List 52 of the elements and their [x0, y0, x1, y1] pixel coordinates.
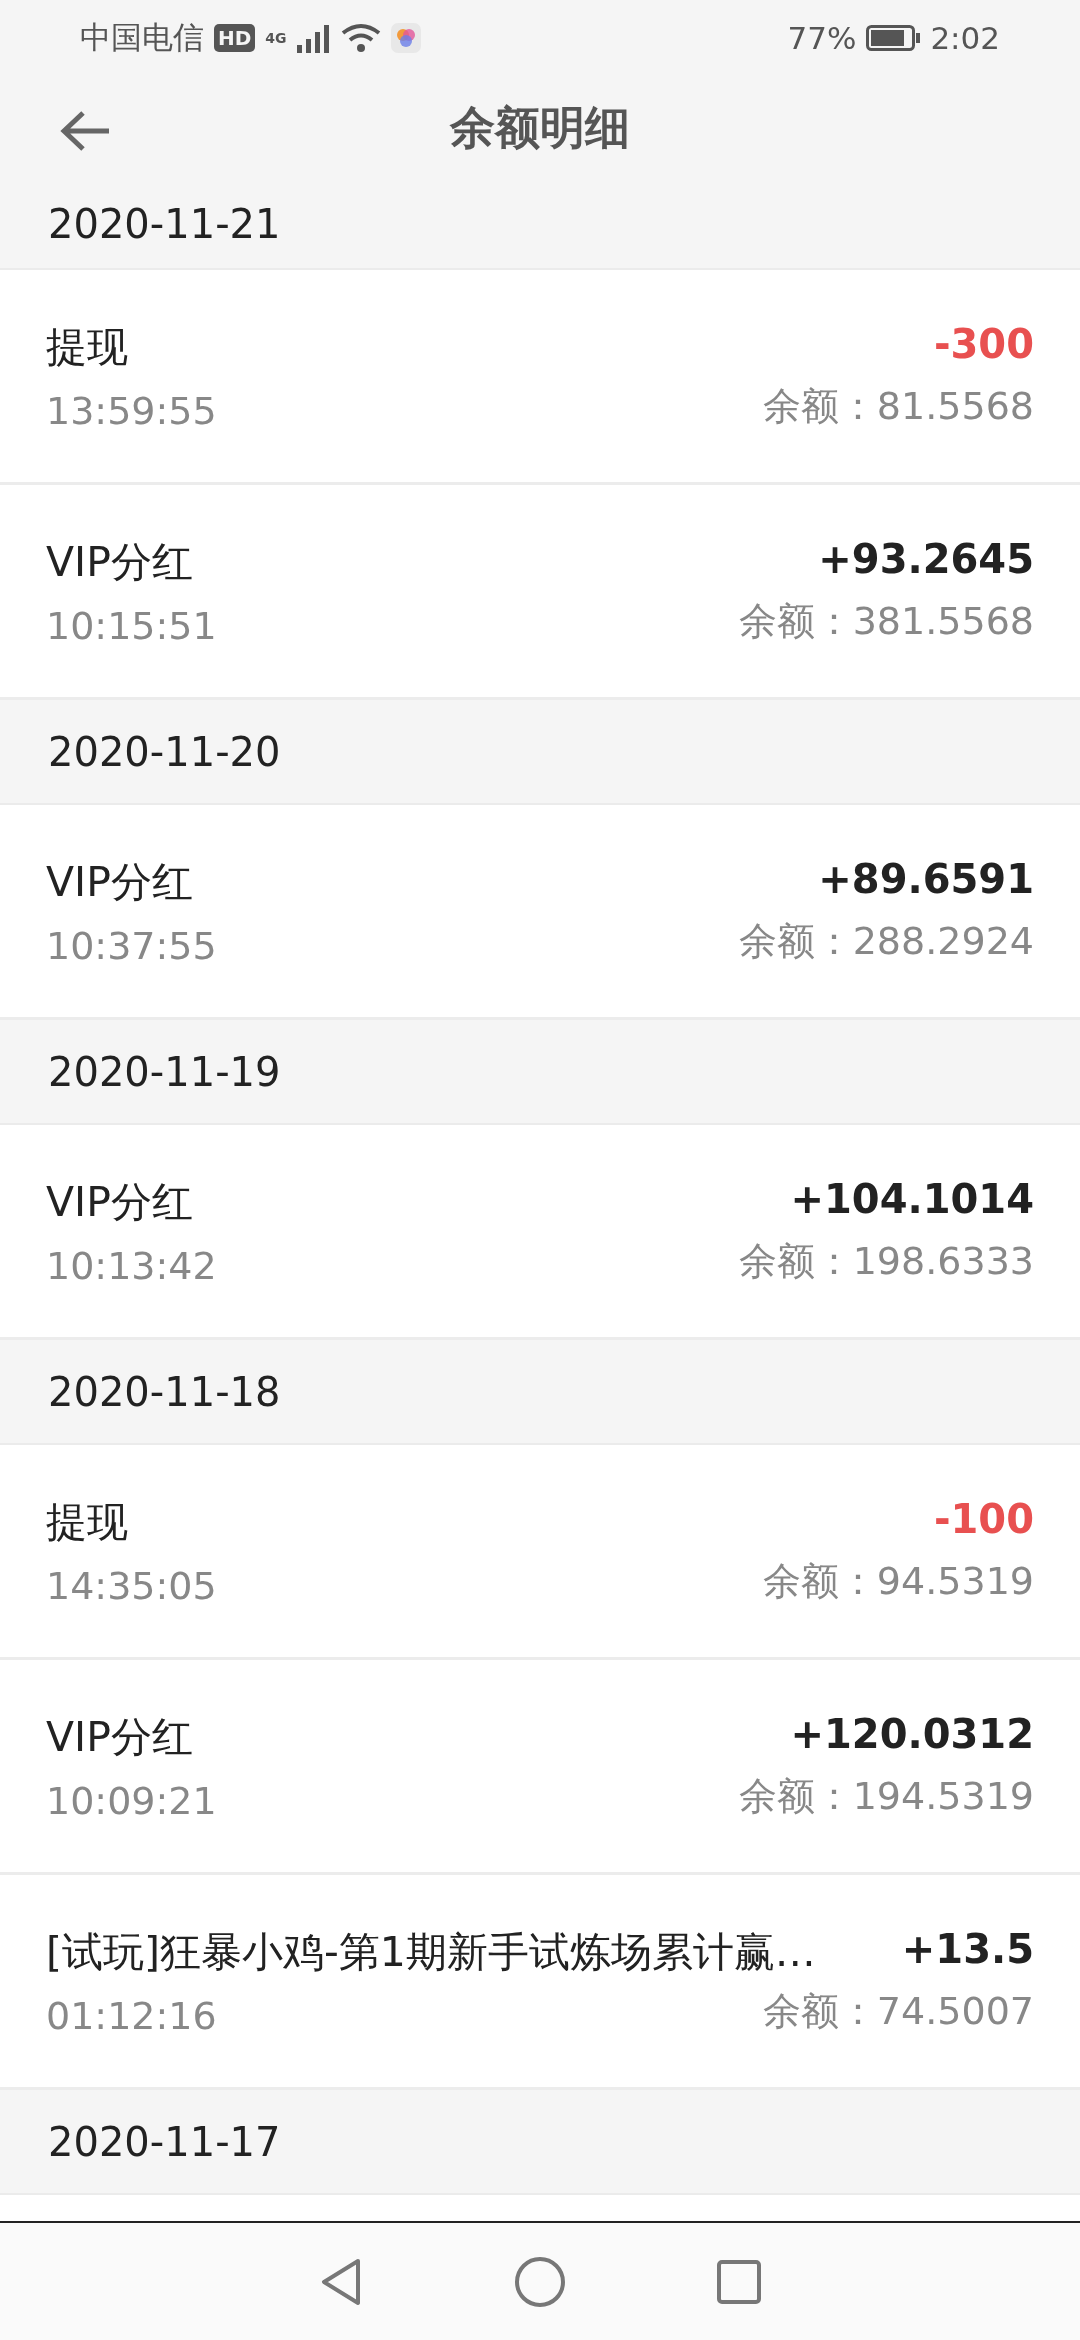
transaction-time: 10:37:55 [46, 923, 217, 968]
transaction-amount: -300 [933, 320, 1034, 367]
transaction-title: [试玩]狂暴小鸡-第1期新手试炼场累计赢… [46, 1926, 816, 1978]
transaction-time: 10:15:51 [46, 603, 217, 648]
transaction-time: 13:59:55 [46, 388, 217, 433]
network-type: 4G [265, 29, 287, 46]
recents-nav-button[interactable] [716, 2258, 762, 2305]
clock-time: 2:02 [930, 19, 1000, 56]
app-icon [390, 22, 421, 53]
carrier-name: 中国电信 [80, 17, 204, 57]
transaction-title: VIP分红 [46, 536, 193, 588]
transaction-row[interactable]: VIP分红 10:15:51 +93.2645 余额：381.5568 [0, 485, 1080, 700]
transaction-row[interactable]: VIP分红 10:13:42 +104.1014 余额：198.6333 [0, 1125, 1080, 1340]
hd-badge: HD [214, 23, 256, 52]
transaction-amount: +89.6591 [818, 855, 1034, 902]
transaction-row[interactable]: 提现 13:59:55 -300 余额：81.5568 [0, 270, 1080, 485]
balance-after: 余额：288.2924 [738, 917, 1034, 965]
transaction-row[interactable]: VIP分红 10:37:55 +89.6591 余额：288.2924 [0, 805, 1080, 1020]
transaction-amount: +120.0312 [790, 1710, 1034, 1757]
transaction-time: 01:12:16 [46, 1993, 217, 2038]
battery-icon [866, 24, 921, 51]
transaction-time: 10:09:21 [46, 1778, 217, 1823]
transaction-title: VIP分红 [46, 1176, 193, 1228]
home-nav-button[interactable] [514, 2255, 566, 2308]
balance-after: 余额：94.5319 [762, 1557, 1034, 1605]
transaction-row[interactable]: [试玩]狂暴小鸡-第1期新手试炼场累计赢… 01:12:16 +13.5 余额：74.5007 [0, 1875, 1080, 2090]
transaction-amount: +104.1014 [790, 1175, 1034, 1222]
balance-after: 余额：194.5319 [738, 1772, 1034, 1820]
balance-after: 余额：74.5007 [762, 1987, 1034, 2035]
page-title: 余额明细 [450, 99, 630, 156]
transaction-title: VIP分红 [46, 856, 193, 908]
transaction-row[interactable]: 提现 14:35:05 -100 余额：94.5319 [0, 1445, 1080, 1660]
transaction-title: 提现 [46, 1496, 128, 1548]
transaction-title: VIP分红 [46, 1711, 193, 1763]
balance-after: 余额：198.6333 [738, 1237, 1034, 1285]
date-header: 2020-11-21 [48, 201, 281, 247]
date-header: 2020-11-20 [48, 728, 281, 775]
transaction-amount: -100 [933, 1495, 1034, 1542]
battery-percent: 77% [787, 19, 857, 56]
balance-after: 余额：381.5568 [738, 597, 1034, 645]
signal-icon [296, 22, 331, 53]
transaction-amount: +93.2645 [818, 535, 1034, 582]
transaction-time: 10:13:42 [46, 1243, 217, 1288]
wifi-icon [340, 22, 381, 53]
date-header: 2020-11-18 [48, 1368, 281, 1415]
date-header: 2020-11-19 [48, 1048, 281, 1095]
transaction-time: 14:35:05 [46, 1563, 217, 1608]
balance-after: 余额：81.5568 [762, 382, 1034, 430]
transaction-title: 提现 [46, 321, 128, 373]
transaction-amount: +13.5 [901, 1925, 1034, 1972]
date-header: 2020-11-17 [48, 2118, 281, 2165]
transaction-row[interactable]: VIP分红 10:09:21 +120.0312 余额：194.5319 [0, 1660, 1080, 1875]
